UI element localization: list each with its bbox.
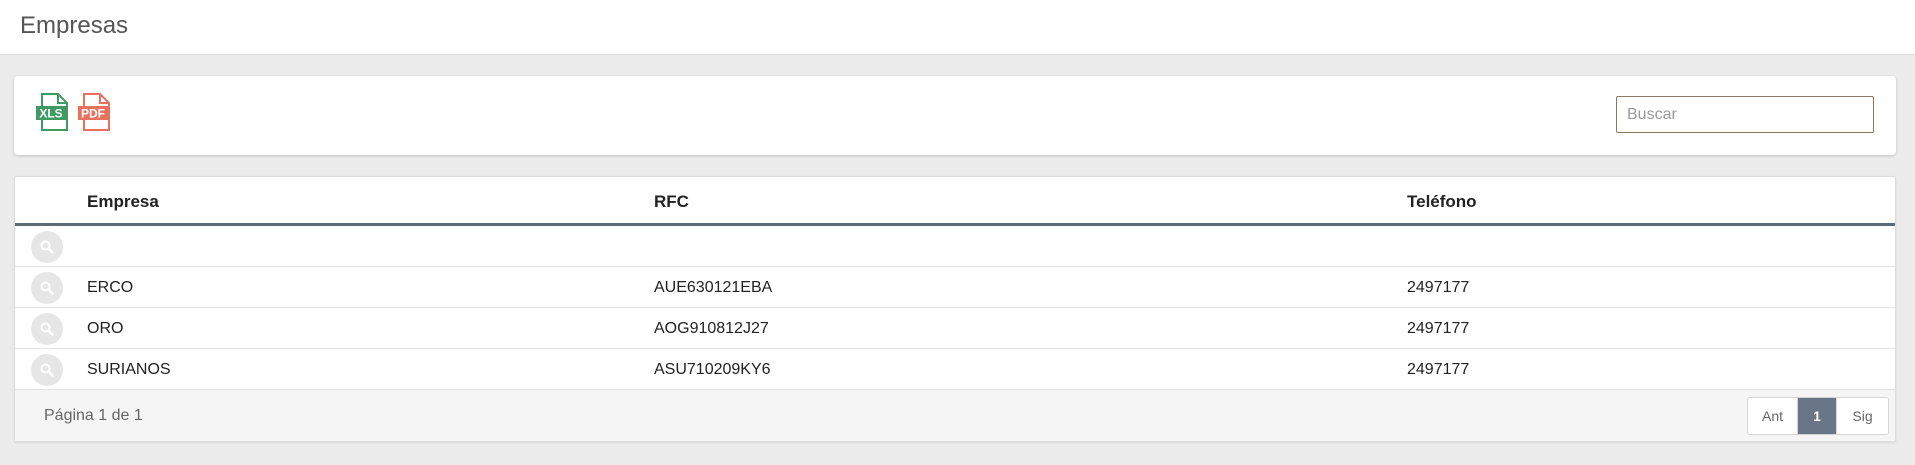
cell-empresa: ERCO xyxy=(87,279,134,296)
column-header-rfc[interactable]: RFC xyxy=(654,192,689,212)
row-view-button[interactable] xyxy=(31,231,63,263)
table-header: Empresa RFC Teléfono xyxy=(15,177,1895,226)
page-title: Empresas xyxy=(20,12,129,39)
companies-table: Empresa RFC Teléfono ERCO AUE630121EBA 2… xyxy=(14,176,1896,442)
cell-telefono: 2497177 xyxy=(1407,361,1470,378)
cell-rfc: AUE630121EBA xyxy=(654,279,773,296)
search-input[interactable] xyxy=(1616,96,1874,133)
prev-page-button[interactable]: Ant xyxy=(1748,398,1798,434)
row-view-button[interactable] xyxy=(31,354,63,386)
svg-text:PDF: PDF xyxy=(81,107,105,121)
search-icon xyxy=(40,281,54,295)
cell-empresa: ORO xyxy=(87,320,124,337)
column-header-empresa[interactable]: Empresa xyxy=(87,192,159,212)
cell-rfc: AOG910812J27 xyxy=(654,320,769,337)
search-icon xyxy=(40,240,54,254)
svg-text:XLS: XLS xyxy=(39,107,62,121)
page-1-button[interactable]: 1 xyxy=(1798,398,1836,434)
next-page-button[interactable]: Sig xyxy=(1836,398,1888,434)
table-row[interactable] xyxy=(15,226,1895,267)
toolbar: XLS PDF xyxy=(14,76,1896,155)
cell-rfc: ASU710209KY6 xyxy=(654,361,771,378)
pagination: Ant 1 Sig xyxy=(1747,397,1889,435)
column-header-telefono[interactable]: Teléfono xyxy=(1407,192,1477,212)
table-row[interactable]: ORO AOG910812J27 2497177 xyxy=(15,308,1895,349)
page-info: Página 1 de 1 xyxy=(44,407,143,424)
cell-telefono: 2497177 xyxy=(1407,320,1470,337)
xls-file-icon: XLS xyxy=(36,93,68,131)
pdf-file-icon: PDF xyxy=(78,93,110,131)
export-pdf-button[interactable]: PDF xyxy=(78,93,111,131)
table-row[interactable]: SURIANOS ASU710209KY6 2497177 xyxy=(15,349,1895,390)
table-row[interactable]: ERCO AUE630121EBA 2497177 xyxy=(15,267,1895,308)
export-xls-button[interactable]: XLS xyxy=(36,93,69,131)
cell-telefono: 2497177 xyxy=(1407,279,1470,296)
cell-empresa: SURIANOS xyxy=(87,361,171,378)
row-view-button[interactable] xyxy=(31,313,63,345)
search-icon xyxy=(40,363,54,377)
row-view-button[interactable] xyxy=(31,272,63,304)
page-header: Empresas xyxy=(0,0,1915,55)
table-footer: Página 1 de 1 Ant 1 Sig xyxy=(15,389,1895,441)
search-icon xyxy=(40,322,54,336)
